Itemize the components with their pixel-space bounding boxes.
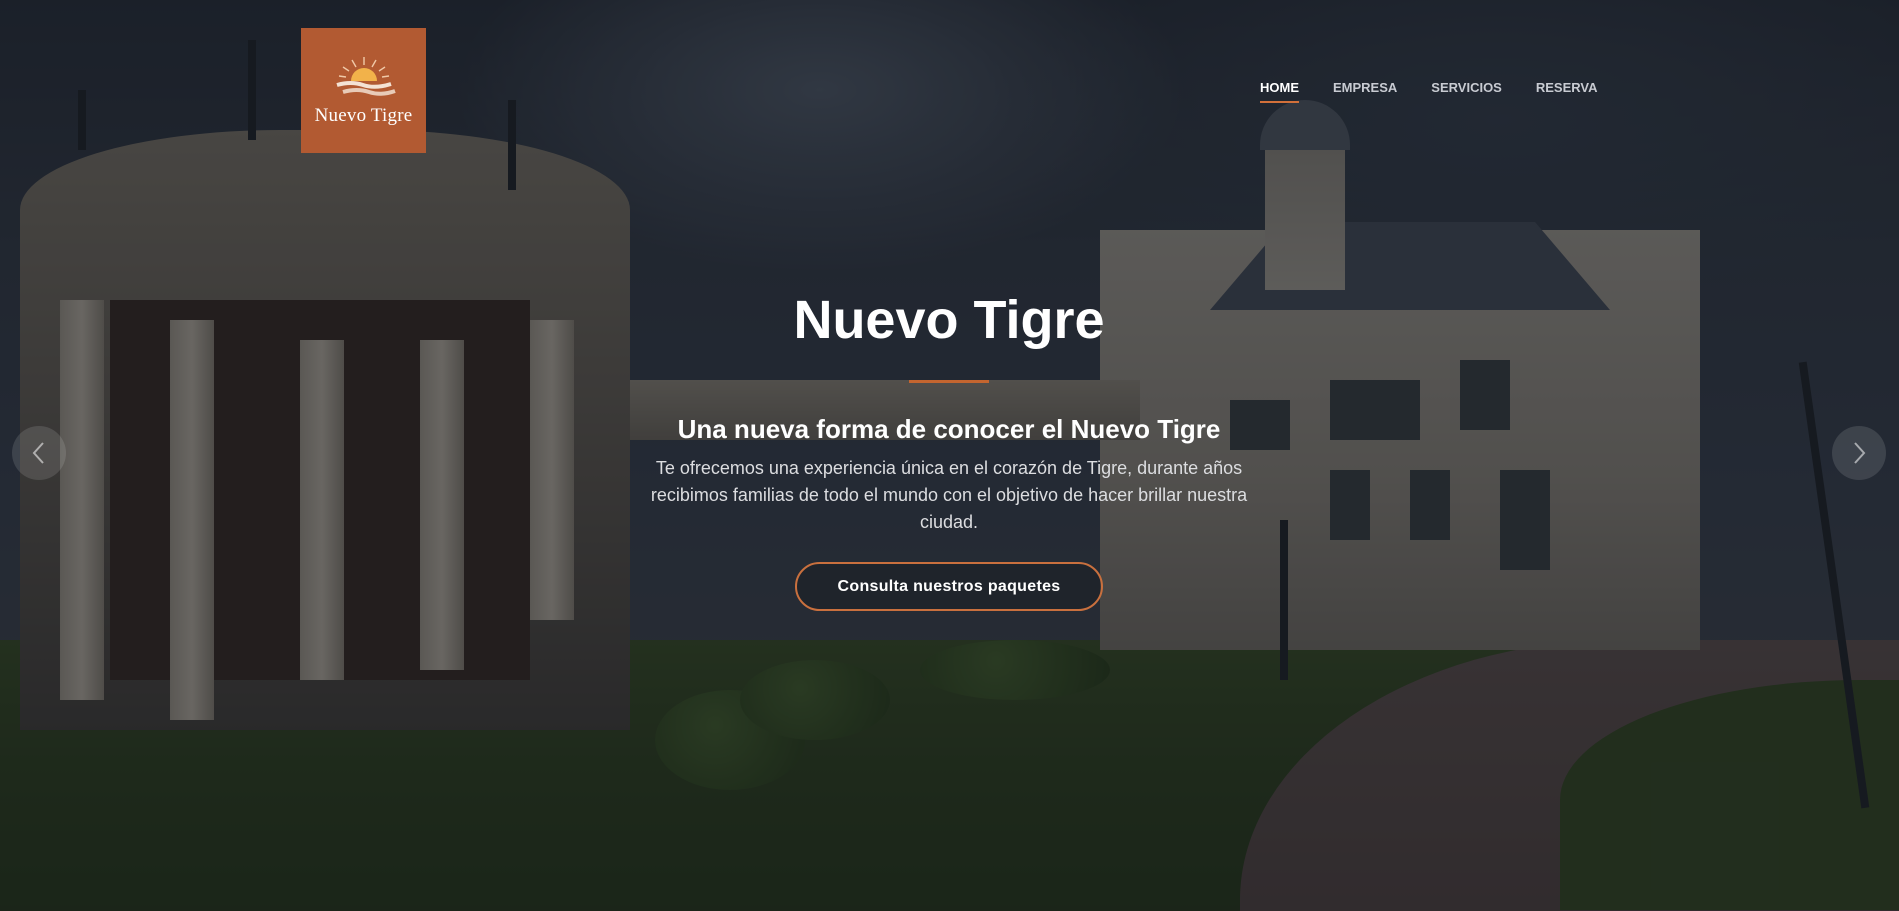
nav-item-servicios[interactable]: SERVICIOS (1431, 80, 1502, 103)
hero-divider (909, 380, 989, 383)
nav-item-empresa[interactable]: EMPRESA (1333, 80, 1397, 103)
sun-river-logo-icon (335, 56, 396, 96)
nav-item-home[interactable]: HOME (1260, 80, 1299, 103)
brand-logo[interactable]: Nuevo Tigre (301, 28, 426, 153)
nav-item-reserva[interactable]: RESERVA (1536, 80, 1598, 103)
slider-next-button[interactable] (1832, 426, 1886, 480)
hero-subtitle: Una nueva forma de conocer el Nuevo Tigr… (677, 414, 1221, 444)
hero-title: Nuevo Tigre (793, 290, 1105, 350)
hero-description: Te ofrecemos una experiencia única en el… (650, 458, 1248, 532)
hero-content: Nuevo Tigre Una nueva forma de conocer e… (600, 284, 1298, 611)
logo-text: Nuevo Tigre (314, 104, 413, 126)
main-nav: HOME EMPRESA SERVICIOS RESERVA (1260, 80, 1632, 103)
slider-prev-button[interactable] (12, 426, 66, 480)
chevron-left-icon (32, 442, 44, 464)
packages-cta-button[interactable]: Consulta nuestros paquetes (795, 562, 1103, 611)
chevron-right-icon (1854, 442, 1866, 464)
